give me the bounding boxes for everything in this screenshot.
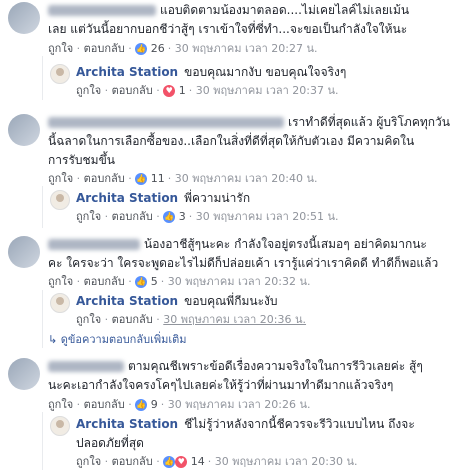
reply-author[interactable]: Archita Station xyxy=(76,65,178,79)
comment-text: นี้ฉลาดในการเลือกซื้อของ..เลือกในสิ่งที่… xyxy=(48,134,415,148)
like-link[interactable]: ถูกใจ xyxy=(76,84,101,97)
reply-author[interactable]: Archita Station xyxy=(76,417,178,431)
timestamp[interactable]: 30 พฤษภาคม เวลา 20:40 น. xyxy=(175,172,318,185)
reply-author[interactable]: Archita Station xyxy=(76,294,178,308)
comment-text: นะคะเอากำลังใจครงโคๆไปเลยค่ะให้รู้ว่าที่… xyxy=(48,378,394,392)
comment-actions: ถูกใจ · ตอบกลับ · 👍 9 · 30 พฤษภาคม เวลา 2… xyxy=(48,398,311,411)
like-link[interactable]: ถูกใจ xyxy=(76,313,101,326)
reaction-count[interactable]: 26 xyxy=(151,42,165,55)
commenter-avatar[interactable] xyxy=(8,358,40,390)
reply-link[interactable]: ตอบกลับ xyxy=(84,172,125,185)
reply-actions: ถูกใจ · ตอบกลับ · 👍 ♥ 14 · 30 พฤษภาคม เวลา… xyxy=(76,455,358,468)
reply-link[interactable]: ตอบกลับ xyxy=(112,84,153,97)
reply-text: ขอบคุณมากงับ ขอบคุณใจจริงๆ xyxy=(184,65,347,79)
like-reaction-icon[interactable]: 👍 xyxy=(135,276,148,288)
reaction-count[interactable]: 9 xyxy=(151,398,158,411)
commenter-name[interactable] xyxy=(48,361,124,372)
reply-text: ชีไม่รู้ว่าหลังจากนี้ชีควรจะรีวิวแบบไหน … xyxy=(184,417,415,431)
like-link[interactable]: ถูกใจ xyxy=(48,275,73,288)
reply-arrow-icon: ↳ xyxy=(48,333,58,346)
reply-link[interactable]: ตอบกลับ xyxy=(112,313,153,326)
comment-text: น้องอาชีสู้ๆนะคะ กำลังใจอยู่ตรงนี้เสมอๆ … xyxy=(144,237,427,251)
more-replies-link[interactable]: ↳ ดูข้อความตอบกลับเพิ่มเติม xyxy=(48,333,186,347)
commenter-name[interactable] xyxy=(48,5,156,16)
comment-text: การรับชมขึ้น xyxy=(48,153,115,167)
like-link[interactable]: ถูกใจ xyxy=(48,172,73,185)
reply-avatar[interactable] xyxy=(50,416,70,436)
commenter-avatar[interactable] xyxy=(8,114,40,146)
reaction-count[interactable]: 1 xyxy=(179,84,186,97)
reply-link[interactable]: ตอบกลับ xyxy=(84,42,125,55)
reaction-count[interactable]: 11 xyxy=(151,172,165,185)
timestamp[interactable]: 30 พฤษภาคม เวลา 20:37 น. xyxy=(196,84,339,97)
like-link[interactable]: ถูกใจ xyxy=(76,210,101,223)
reply-actions: ถูกใจ · ตอบกลับ · 30 พฤษภาคม เวลา 20:36 … xyxy=(76,313,307,326)
timestamp[interactable]: 30 พฤษภาคม เวลา 20:51 น. xyxy=(196,210,339,223)
reply-author[interactable]: Archita Station xyxy=(76,191,178,205)
thread-line xyxy=(42,186,43,228)
like-link[interactable]: ถูกใจ xyxy=(48,42,73,55)
comment-text: คะ ใครจะว่า ใครจะพูดอะไรไม่ดีก็ปล่อยเค้า… xyxy=(48,256,439,270)
reaction-count[interactable]: 3 xyxy=(179,210,186,223)
heart-reaction-icon[interactable]: ♥ xyxy=(175,456,188,468)
comment-text: แอบติดตามน้องมาตลอด....ไม่เคยไลค์ไม่เลยเ… xyxy=(160,3,410,17)
comment-text: เลย แต่วันนี้อยากบอกชีว่าสู้ๆ เราเข้าใจท… xyxy=(48,22,408,36)
heart-reaction-icon[interactable]: ♥ xyxy=(163,85,176,97)
like-reaction-icon[interactable]: 👍 xyxy=(135,399,148,411)
reply-link[interactable]: ตอบกลับ xyxy=(84,275,125,288)
reply-actions: ถูกใจ · ตอบกลับ · 👍 3 · 30 พฤษภาคม เวลา 2… xyxy=(76,210,339,223)
thread-line xyxy=(42,290,43,348)
reaction-count[interactable]: 5 xyxy=(151,275,158,288)
reply-avatar[interactable] xyxy=(50,64,70,84)
commenter-avatar[interactable] xyxy=(8,236,40,268)
timestamp[interactable]: 30 พฤษภาคม เวลา 20:27 น. xyxy=(175,42,318,55)
commenter-name[interactable] xyxy=(48,117,284,128)
commenter-avatar[interactable] xyxy=(8,2,40,34)
comment-actions: ถูกใจ · ตอบกลับ · 👍 5 · 30 พฤษภาคม เวลา 2… xyxy=(48,275,311,288)
reply-avatar[interactable] xyxy=(50,190,70,210)
like-link[interactable]: ถูกใจ xyxy=(76,455,101,468)
reply-link[interactable]: ตอบกลับ xyxy=(112,210,153,223)
reply-text: ปลอดภัยที่สุด xyxy=(76,436,144,450)
reply-link[interactable]: ตอบกลับ xyxy=(84,398,125,411)
thread-line xyxy=(42,56,43,100)
timestamp[interactable]: 30 พฤษภาคม เวลา 20:30 น. xyxy=(215,455,358,468)
comment-actions: ถูกใจ · ตอบกลับ · 👍 11 · 30 พฤษภาคม เวลา … xyxy=(48,172,318,185)
commenter-name[interactable] xyxy=(48,239,140,250)
reply-link[interactable]: ตอบกลับ xyxy=(112,455,153,468)
reply-text: พี่ความน่ารัก xyxy=(184,191,251,205)
thread-line xyxy=(42,412,43,470)
comment-text: ตามคุณชีเพราะข้อดีเรื่องความจริงใจในการร… xyxy=(128,359,423,373)
comment-actions: ถูกใจ · ตอบกลับ · 👍 26 · 30 พฤษภาคม เวลา … xyxy=(48,42,318,55)
timestamp[interactable]: 30 พฤษภาคม เวลา 20:36 น. xyxy=(163,313,306,326)
like-reaction-icon[interactable]: 👍 xyxy=(135,43,148,55)
like-reaction-icon[interactable]: 👍 xyxy=(163,456,176,468)
reply-avatar[interactable] xyxy=(50,293,70,313)
timestamp[interactable]: 30 พฤษภาคม เวลา 20:32 น. xyxy=(168,275,311,288)
reply-actions: ถูกใจ · ตอบกลับ · ♥ 1 · 30 พฤษภาคม เวลา 2… xyxy=(76,84,339,97)
reaction-count[interactable]: 14 xyxy=(191,455,205,468)
like-reaction-icon[interactable]: 👍 xyxy=(135,173,148,185)
timestamp[interactable]: 30 พฤษภาคม เวลา 20:26 น. xyxy=(168,398,311,411)
like-reaction-icon[interactable]: 👍 xyxy=(163,211,176,223)
reply-text: ขอบคุณพี่กีมนะงับ xyxy=(184,294,278,308)
like-link[interactable]: ถูกใจ xyxy=(48,398,73,411)
comment-text: เราทำดีที่สุดแล้ว ผู้บริโภคทุกวัน xyxy=(288,115,450,129)
